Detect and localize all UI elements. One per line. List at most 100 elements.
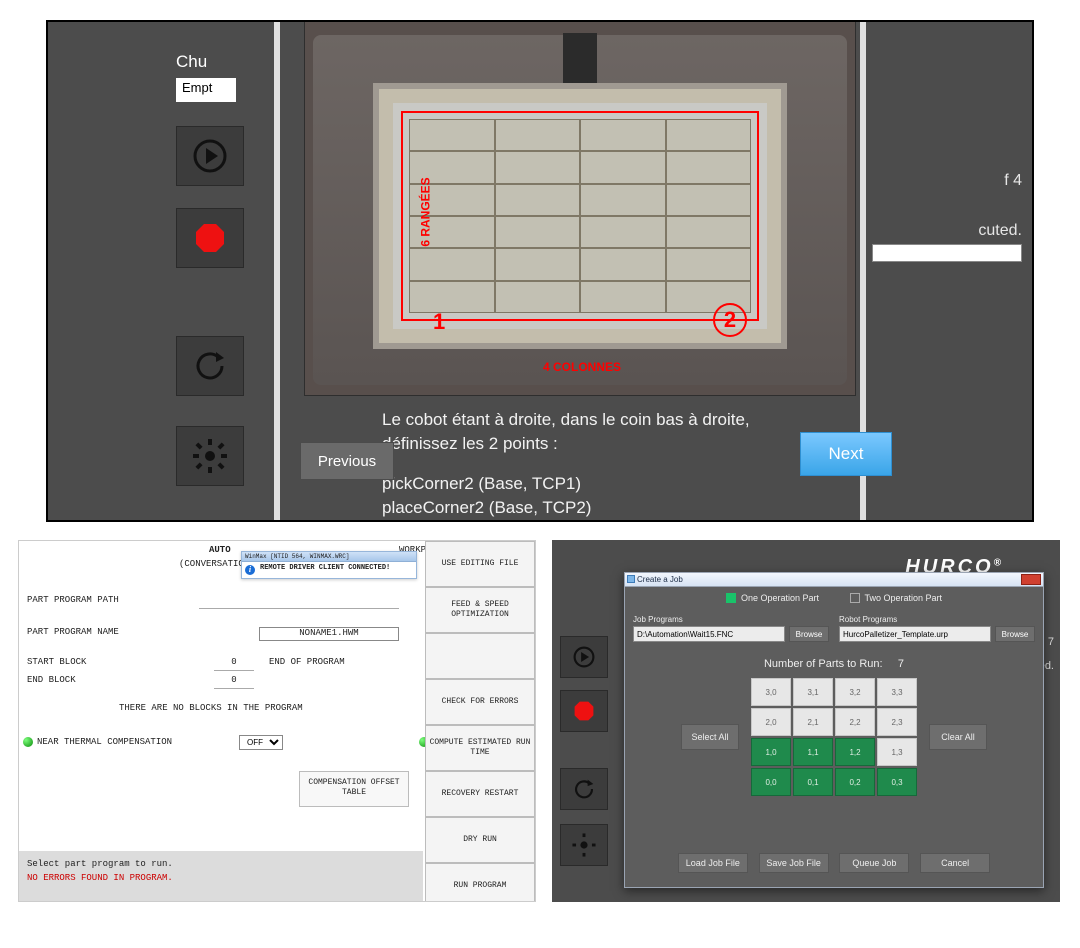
select-all-button[interactable]: Select All [681,724,739,750]
grid-cell[interactable]: 1,2 [835,738,875,766]
play-button[interactable] [560,636,608,678]
progress-bar [872,244,1022,262]
value-num-parts: 7 [898,658,904,670]
field-start-block[interactable]: 0 [214,657,254,671]
refresh-button[interactable] [560,768,608,810]
side-btn-blank[interactable] [425,633,535,679]
cancel-button[interactable]: Cancel [920,853,990,873]
grid-cell[interactable]: 3,0 [751,678,791,706]
info-icon: i [245,565,255,575]
parts-grid: 3,03,13,23,32,02,12,22,31,01,11,21,30,00… [751,678,917,796]
save-job-file-button[interactable]: Save Job File [759,853,829,873]
radio-two-operation[interactable]: Two Operation Part [850,593,943,603]
stop-button[interactable] [176,208,244,268]
chu-input[interactable]: Empt [176,78,236,102]
label-job-programs: Job Programs [633,615,829,624]
stop-icon [571,698,597,724]
grid-cell[interactable]: 2,1 [793,708,833,736]
side-btn-check-errors[interactable]: CHECK FOR ERRORS [425,679,535,725]
grid-cell[interactable]: 0,1 [793,768,833,796]
status-executed: cuted. [978,222,1022,240]
grid-cell[interactable]: 0,3 [877,768,917,796]
load-job-file-button[interactable]: Load Job File [678,853,748,873]
side-button-column: USE EDITING FILE FEED & SPEED OPTIMIZATI… [425,541,535,901]
dialog-titlebar[interactable]: Create a Job [625,573,1043,587]
grid-cell[interactable]: 0,2 [835,768,875,796]
stop-icon [192,220,228,256]
grid-cell[interactable]: 0,0 [751,768,791,796]
field-program-path[interactable] [199,595,399,609]
grid-cell[interactable]: 3,1 [793,678,833,706]
compensation-offset-table-button[interactable]: COMPENSATION OFFSET TABLE [299,771,409,807]
place-line: placeCorner2 (Base, TCP2) [382,496,750,520]
input-job-programs[interactable] [633,626,785,642]
meta-count: 7 [1048,636,1054,648]
cobot-wizard-panel: Chu Empt f 4 cuted. 6 [46,20,1034,522]
spindle-illustration [563,33,597,89]
grid-cell[interactable]: 1,3 [877,738,917,766]
annotation-cols: 4 COLONNES [543,360,621,374]
grid-cell[interactable]: 1,1 [793,738,833,766]
chu-label: Chu [176,52,207,72]
play-button[interactable] [176,126,244,186]
field-program-name[interactable]: NONAME1.HWM [259,627,399,641]
remote-driver-toast[interactable]: WinMax [NTID 564, WINMAX.WRC] i REMOTE D… [241,551,417,579]
side-btn-compute-runtime[interactable]: COMPUTE ESTIMATED RUN TIME [425,725,535,771]
refresh-icon [571,776,597,802]
gear-icon [192,438,228,474]
grid-cell[interactable]: 2,0 [751,708,791,736]
close-icon[interactable] [1021,574,1041,585]
grid-cell[interactable]: 1,0 [751,738,791,766]
toast-message: REMOTE DRIVER CLIENT CONNECTED! [260,564,414,573]
play-icon [571,644,597,670]
grid-cell[interactable]: 3,2 [835,678,875,706]
status-dot-icon [23,737,33,747]
fixture-photo: 6 RANGÉES 4 COLONNES 1 2 [304,20,856,396]
cnc-controller-panel: AUTO (CONVERSATIONAL) WORKPC_TRANS WinMa… [18,540,536,902]
side-btn-run-program[interactable]: RUN PROGRAM [425,863,535,902]
dual-panel: AUTO (CONVERSATIONAL) WORKPC_TRANS WinMa… [18,540,1062,902]
instruction-line: définissez les 2 points : [382,432,750,456]
annotation-point-2: 2 [713,303,747,337]
fixture-grid [409,119,751,313]
browse-job-button[interactable]: Browse [789,626,829,642]
queue-job-button[interactable]: Queue Job [839,853,909,873]
side-btn-use-editing-file[interactable]: USE EDITING FILE [425,541,535,587]
clear-all-button[interactable]: Clear All [929,724,987,750]
divider-left [274,22,280,520]
side-btn-feed-speed[interactable]: FEED & SPEED OPTIMIZATION [425,587,535,633]
play-icon [192,138,228,174]
browse-robot-button[interactable]: Browse [995,626,1035,642]
grid-cell[interactable]: 2,3 [877,708,917,736]
message-bar: Select part program to run. NO ERRORS FO… [19,851,423,901]
pick-line: pickCorner2 (Base, TCP1) [382,472,750,496]
dialog-title: Create a Job [637,575,683,584]
stop-button[interactable] [560,690,608,732]
previous-button[interactable]: Previous [300,442,394,480]
radio-one-operation[interactable]: One Operation Part [726,593,819,603]
gear-icon [571,832,597,858]
instruction-line: Le cobot étant à droite, dans le coin ba… [382,408,750,432]
input-robot-programs[interactable] [839,626,991,642]
annotation-point-1: 1 [433,309,445,335]
app-icon [627,575,635,583]
create-job-dialog: Create a Job One Operation Part Two Oper… [624,572,1044,888]
automation-panel: HURCO® 7 ted. Create a Job One Operation… [552,540,1060,902]
refresh-button[interactable] [176,336,244,396]
settings-button[interactable] [176,426,244,486]
label-robot-programs: Robot Programs [839,615,1035,624]
refresh-icon [192,348,228,384]
toast-titlebar: WinMax [NTID 564, WINMAX.WRC] [242,552,416,562]
msg-select-program: Select part program to run. [27,857,415,871]
side-btn-dry-run[interactable]: DRY RUN [425,817,535,863]
field-end-block[interactable]: 0 [214,675,254,689]
side-btn-recovery-restart[interactable]: RECOVERY RESTART [425,771,535,817]
grid-cell[interactable]: 3,3 [877,678,917,706]
annotation-rows: 6 RANGÉES [419,177,433,246]
thermal-comp-select[interactable]: OFF [239,735,283,750]
next-button[interactable]: Next [800,432,892,476]
settings-button[interactable] [560,824,608,866]
grid-cell[interactable]: 2,2 [835,708,875,736]
msg-no-errors: NO ERRORS FOUND IN PROGRAM. [27,871,415,885]
label-num-parts: Number of Parts to Run: [764,658,883,670]
